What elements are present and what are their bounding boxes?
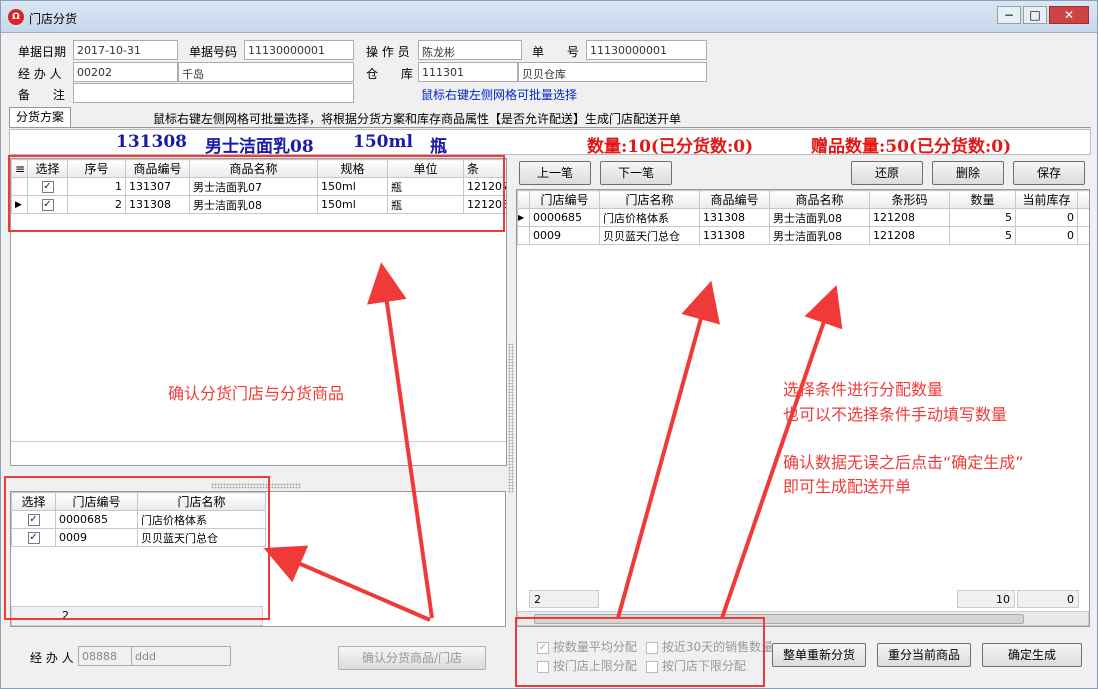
arrow-to-dist-grid (616, 280, 720, 619)
arrow-to-store-grid (263, 545, 431, 622)
annotation-arrows (263, 262, 843, 622)
arrow-to-product-grid (367, 262, 434, 619)
arrow-to-qty-column (720, 285, 843, 619)
